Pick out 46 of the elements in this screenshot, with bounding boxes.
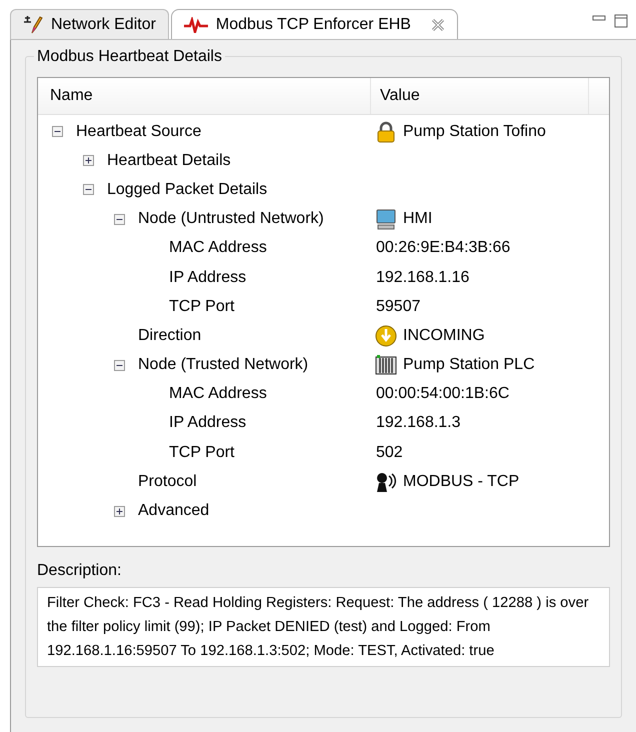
description-text: Filter Check: FC3 - Read Holding Registers: Request: The address ( 12288 ) is over the filter policy limit (99); IP Packet DENIED (test) and Logged: From 192.168.1.16:59507 To 192.168.1.3:502; Mode: TEST, Activated: true — [37, 587, 610, 667]
tree-item[interactable]: Direction — [138, 324, 202, 348]
value-text: Pump Station Tofino — [403, 122, 546, 142]
padlock-icon — [375, 120, 397, 143]
description-label: Description: — [37, 561, 122, 581]
value-text: 00:00:54:00:1B:6C — [375, 384, 510, 404]
collapse-icon[interactable] — [114, 360, 125, 371]
tree-item[interactable]: Heartbeat Details — [107, 148, 231, 173]
value-text: 00:26:9E:B4:3B:66 — [375, 238, 510, 258]
tree-item[interactable]: TCP Port — [169, 440, 234, 465]
maximize-icon[interactable] — [614, 14, 628, 28]
value-text: INCOMING — [403, 326, 485, 346]
heartbeat-icon — [184, 16, 208, 32]
expand-icon[interactable] — [83, 155, 94, 166]
tree-item[interactable]: MAC Address — [169, 382, 267, 406]
collapse-icon[interactable] — [83, 184, 94, 196]
tree-item[interactable]: Protocol — [138, 470, 197, 494]
network-pencil-icon — [23, 14, 43, 34]
tree-item[interactable]: Heartbeat Source — [76, 120, 202, 144]
close-icon[interactable] — [430, 18, 445, 32]
tab[interactable]: Modbus TCP Enforcer EHB — [170, 9, 458, 39]
collapse-icon[interactable] — [114, 214, 125, 225]
column-header[interactable]: Value — [371, 78, 589, 114]
column-header[interactable]: Name — [38, 78, 371, 114]
expand-icon[interactable] — [114, 506, 125, 517]
tree-item[interactable]: IP Address — [169, 266, 246, 290]
tree-item[interactable]: IP Address — [169, 411, 246, 436]
value-text: 192.168.1.16 — [375, 268, 470, 288]
tree-item[interactable]: Node (Trusted Network) — [138, 353, 308, 378]
collapse-icon[interactable] — [52, 126, 63, 138]
value-text: Pump Station PLC — [403, 355, 535, 376]
rack-icon — [375, 354, 397, 376]
value-text: 502 — [375, 442, 403, 463]
tree-item[interactable]: Node (Untrusted Network) — [138, 207, 324, 232]
download-icon — [375, 324, 397, 347]
value-text: MODBUS - TCP — [403, 472, 520, 492]
value-text: 59507 — [375, 296, 420, 317]
speaking-person-icon — [375, 470, 397, 493]
tree-item[interactable]: TCP Port — [169, 294, 234, 319]
value-text: HMI — [403, 209, 432, 230]
tree-item[interactable]: Logged Packet Details — [107, 178, 268, 202]
monitor-icon — [375, 208, 397, 230]
value-text: 192.168.1.3 — [375, 413, 461, 434]
tab[interactable]: Network Editor — [10, 9, 169, 39]
tree-item[interactable]: MAC Address — [169, 236, 267, 260]
tree-item[interactable]: Advanced — [138, 499, 210, 524]
